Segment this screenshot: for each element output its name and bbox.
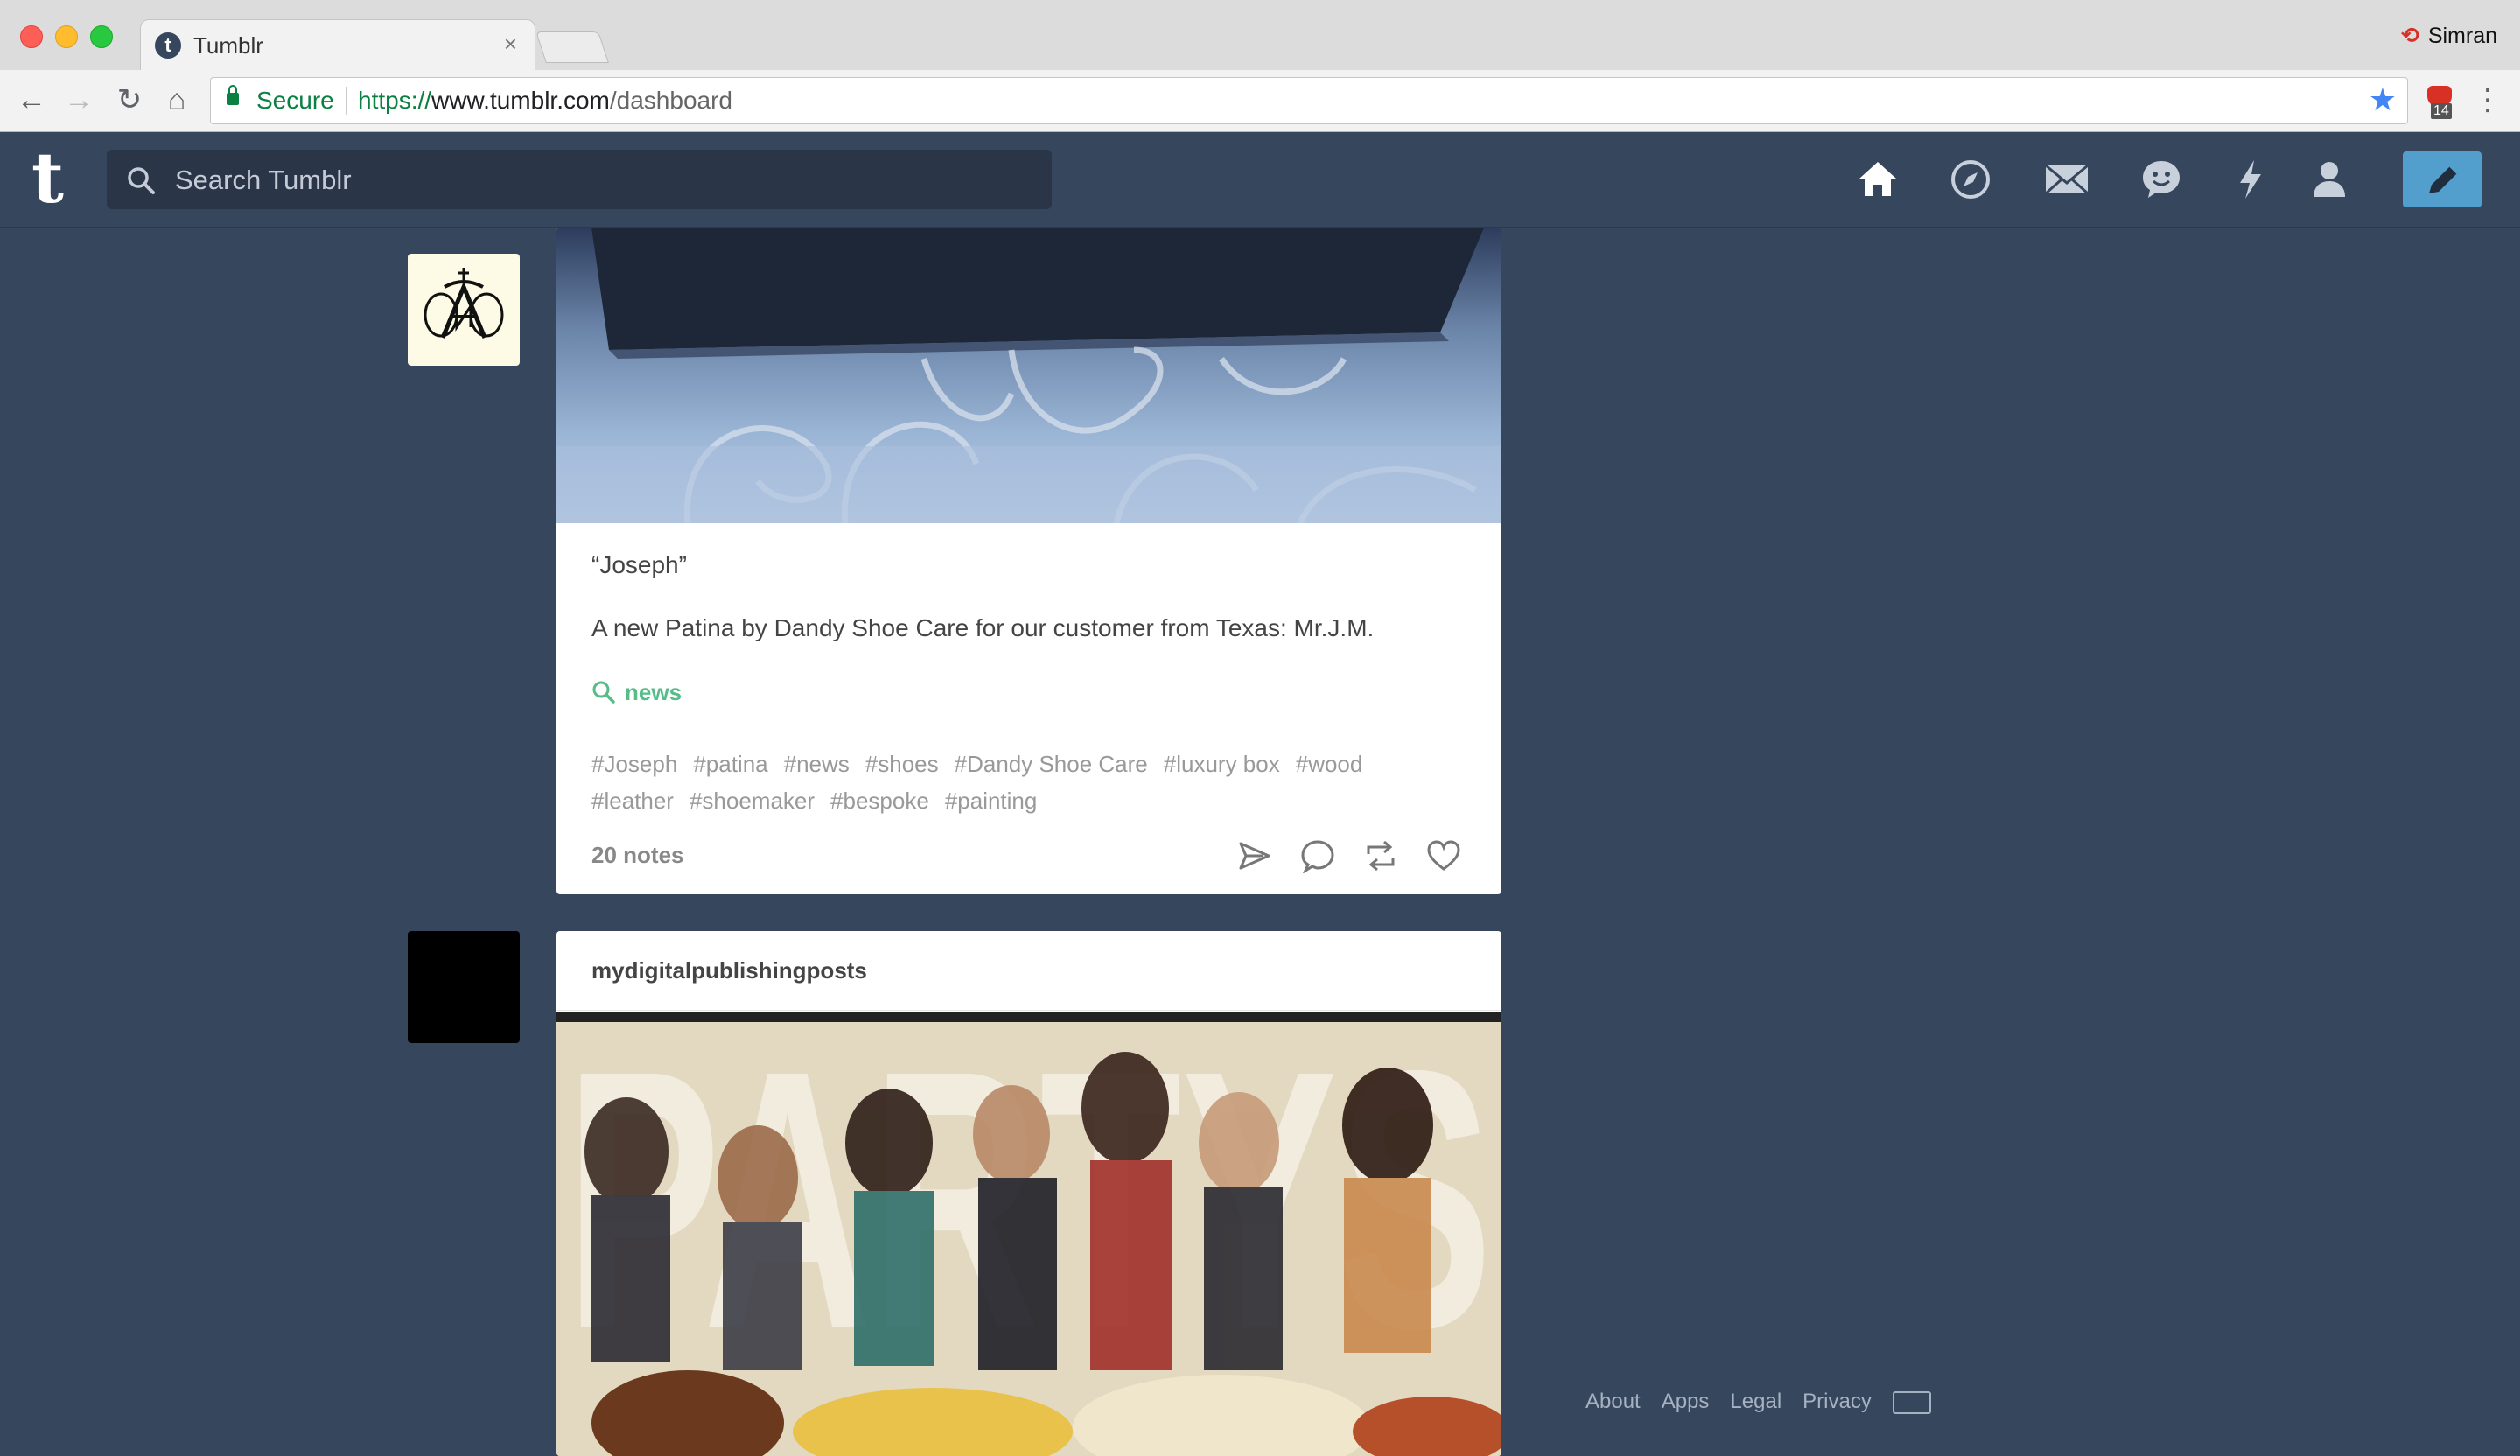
compose-button[interactable] [2403,151,2482,207]
tumblr-favicon-icon: t [155,32,181,59]
new-tab-button[interactable] [536,32,609,63]
forward-arrow-icon[interactable]: → [61,82,96,117]
blog-name[interactable]: mydigitalpublishingposts [592,957,867,984]
home-icon[interactable] [1855,157,1900,202]
browser-tab[interactable]: t Tumblr × [140,19,536,71]
tab-close-icon[interactable]: × [504,31,517,58]
footer-privacy-link[interactable]: Privacy [1802,1390,1872,1413]
extension-icon[interactable]: 14 [2426,84,2455,119]
footer-about-link[interactable]: About [1586,1390,1641,1413]
browser-menu-icon[interactable]: ⋮ [2473,82,2502,117]
tag[interactable]: #patina [693,746,767,782]
compose-icon [2429,165,2458,193]
share-icon[interactable] [1237,838,1272,873]
tumblr-header: t [0,132,2520,228]
back-arrow-icon[interactable]: ← [14,82,49,117]
monogram-logo-icon [424,268,504,339]
tab-title: Tumblr [193,32,263,59]
sync-icon: ⟲ [2400,24,2419,48]
keyboard-shortcuts-icon[interactable] [1892,1390,1931,1414]
close-window-button[interactable] [20,25,43,48]
browser-tab-strip: t Tumblr × ⟲ Simran [0,0,2520,71]
profile-name: Simran [2427,24,2497,48]
tag[interactable]: #painting [945,782,1038,819]
explore-icon[interactable] [1948,157,1993,202]
home-button-icon[interactable]: ⌂ [159,82,194,117]
tag[interactable]: #leather [592,782,674,819]
tag-list: #Joseph #patina #news #shoes #Dandy Shoe Car… [592,746,1466,819]
footer-apps-link[interactable]: Apps [1662,1390,1710,1413]
post-title: “Joseph” [592,551,687,578]
post-card: “Joseph” A new Patina by Dandy Shoe Care… [556,228,1502,894]
reblog-icon[interactable] [1363,838,1398,873]
notes-count[interactable]: 20 notes [592,842,684,869]
tag[interactable]: #bespoke [830,782,929,819]
tag[interactable]: #shoemaker [690,782,815,819]
tag[interactable]: #news [784,746,850,782]
messaging-icon[interactable] [2138,157,2184,202]
tumblr-logo[interactable]: t [32,143,64,213]
extension-badge: 14 [2431,103,2452,119]
search-bar[interactable] [107,150,1052,209]
post-body: A new Patina by Dandy Shoe Care for our … [592,614,1375,641]
search-icon [128,167,155,194]
tag[interactable]: #Joseph [592,746,677,782]
zoom-window-button[interactable] [90,25,113,48]
tag[interactable]: #wood [1296,746,1363,782]
footer: About Apps Legal Privacy [1586,1390,1952,1414]
tag[interactable]: #luxury box [1164,746,1280,782]
minimize-window-button[interactable] [55,25,78,48]
url-text[interactable]: https://www.tumblr.com/dashboard [358,87,732,115]
secure-label: Secure [256,87,334,114]
activity-icon[interactable] [2228,157,2273,202]
reply-icon[interactable] [1300,838,1335,873]
inbox-icon[interactable] [2042,157,2091,202]
browser-toolbar: ← → ↻ ⌂ Secure https://www.tumblr.com/da… [0,70,2520,132]
search-input[interactable] [173,160,1034,200]
account-icon[interactable] [2306,157,2352,202]
post-photo[interactable]: PARTYS [556,1012,1502,1456]
avatar[interactable] [408,254,520,366]
tag[interactable]: #Dandy Shoe Care [955,746,1148,782]
source-label: news [625,679,682,705]
reload-icon[interactable]: ↻ [112,82,147,117]
address-bar[interactable]: Secure https://www.tumblr.com/dashboard … [210,77,2408,124]
bookmark-star-icon[interactable]: ★ [2369,81,2397,118]
avatar[interactable] [408,931,520,1043]
post-photo[interactable] [556,228,1502,523]
profile-button[interactable]: ⟲ Simran [2401,23,2497,49]
search-icon [592,681,615,704]
post-header: mydigitalpublishingposts [556,931,1502,1011]
post-card: mydigitalpublishingposts PARTYS [556,931,1502,1456]
tag[interactable]: #shoes [865,746,939,782]
lock-icon [227,85,239,105]
footer-legal-link[interactable]: Legal [1730,1390,1782,1413]
like-icon[interactable] [1426,838,1461,873]
source-link[interactable]: news [592,679,682,706]
